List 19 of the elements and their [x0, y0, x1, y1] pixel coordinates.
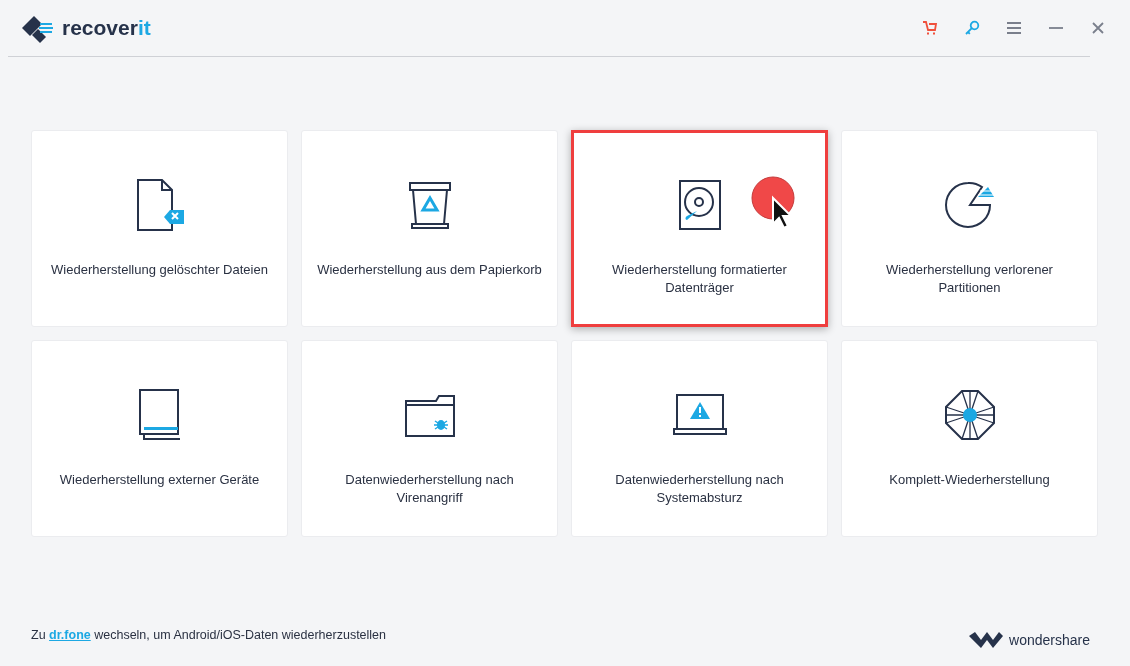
- company-name: wondershare: [1009, 632, 1090, 648]
- deleted-file-icon: [135, 179, 184, 231]
- recovery-option-card[interactable]: Komplett-Wiederherstellung: [841, 340, 1098, 537]
- recovery-option-card[interactable]: Wiederherstellung gelöschter Dateien: [31, 130, 288, 327]
- recycle-bin-icon: [407, 180, 452, 230]
- folder-bug-icon: [404, 393, 455, 437]
- web-icon: [943, 389, 996, 441]
- recovery-option-card[interactable]: Datenwiederherstellung nach Virenangriff: [301, 340, 558, 537]
- laptop-warning-icon: [672, 394, 727, 436]
- recovery-option-card[interactable]: Wiederherstellung aus dem Papierkorb: [301, 130, 558, 327]
- logo-wordmark: recoverit: [62, 16, 151, 40]
- company-logo-icon: [969, 632, 1004, 648]
- pie-chart-icon: [943, 181, 996, 229]
- recovery-option-card[interactable]: Datenwiederherstellung nach Systemabsturz: [571, 340, 828, 537]
- book-icon: [137, 389, 182, 441]
- recovery-option-card[interactable]: Wiederherstellung formatierter Datenträger: [571, 130, 828, 327]
- recovery-option-card[interactable]: Wiederherstellung externer Geräte: [31, 340, 288, 537]
- switch-app-note: Zu dr.fone wechseln, um Android/iOS-Daten wiederherzustellen: [31, 628, 387, 642]
- recovery-option-card[interactable]: Wiederherstellung verlorener Partitionen: [841, 130, 1098, 327]
